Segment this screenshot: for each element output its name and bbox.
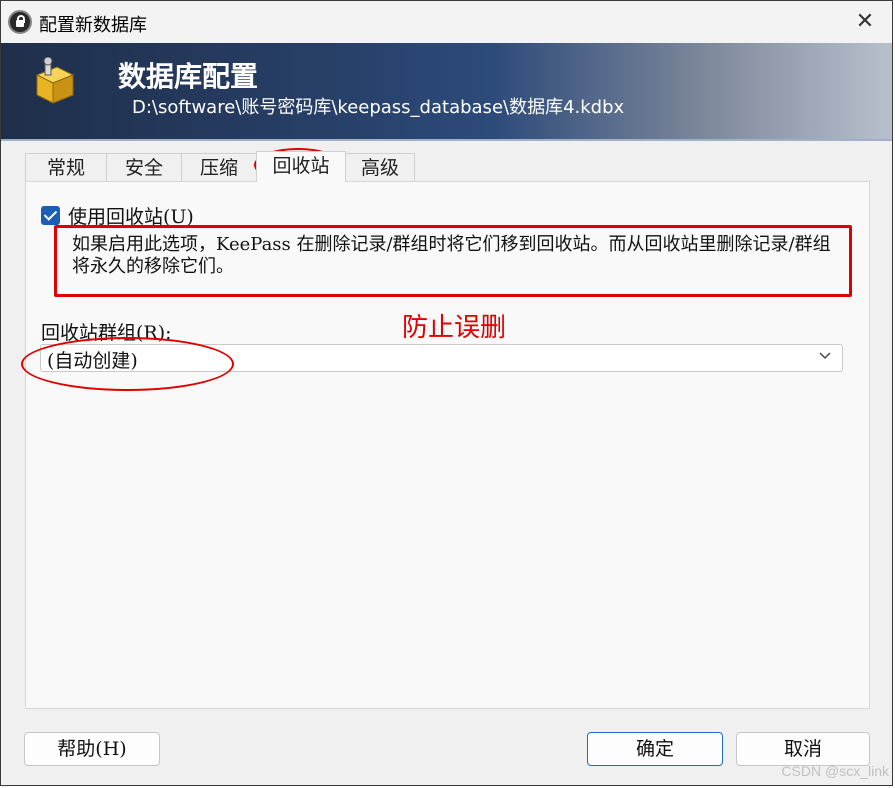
tab-compression[interactable]: 压缩 — [181, 153, 257, 182]
watermark: CSDN @scx_link — [781, 763, 889, 779]
title-bar: 配置新数据库 ✕ — [1, 1, 892, 43]
database-key-icon — [35, 57, 75, 104]
window-title: 配置新数据库 — [39, 15, 147, 36]
tab-recycle-bin[interactable]: 回收站 — [256, 151, 346, 182]
database-path: D:\software\账号密码库\keepass_database\数据库4.… — [132, 97, 625, 118]
chevron-down-icon — [819, 352, 831, 360]
tab-advanced[interactable]: 高级 — [345, 153, 415, 182]
tab-security[interactable]: 安全 — [106, 153, 182, 182]
tab-general[interactable]: 常规 — [25, 153, 107, 182]
annotation-highlight-box — [54, 225, 852, 297]
help-button[interactable]: 帮助(H) — [24, 732, 160, 766]
annotation-text: 防止误删 — [402, 313, 507, 343]
cancel-button[interactable]: 取消 — [736, 732, 870, 766]
header-banner: 数据库配置 D:\software\账号密码库\keepass_database… — [1, 43, 892, 141]
annotation-select-ellipse — [21, 337, 234, 391]
banner-title: 数据库配置 — [118, 60, 259, 93]
dialog-window: 配置新数据库 ✕ 数据库配置 D:\software\账号密码库\keepass… — [0, 0, 893, 786]
use-recycle-bin-checkbox[interactable] — [41, 206, 60, 225]
lock-icon — [8, 10, 32, 34]
close-button[interactable]: ✕ — [852, 9, 878, 35]
ok-button[interactable]: 确定 — [587, 732, 723, 766]
